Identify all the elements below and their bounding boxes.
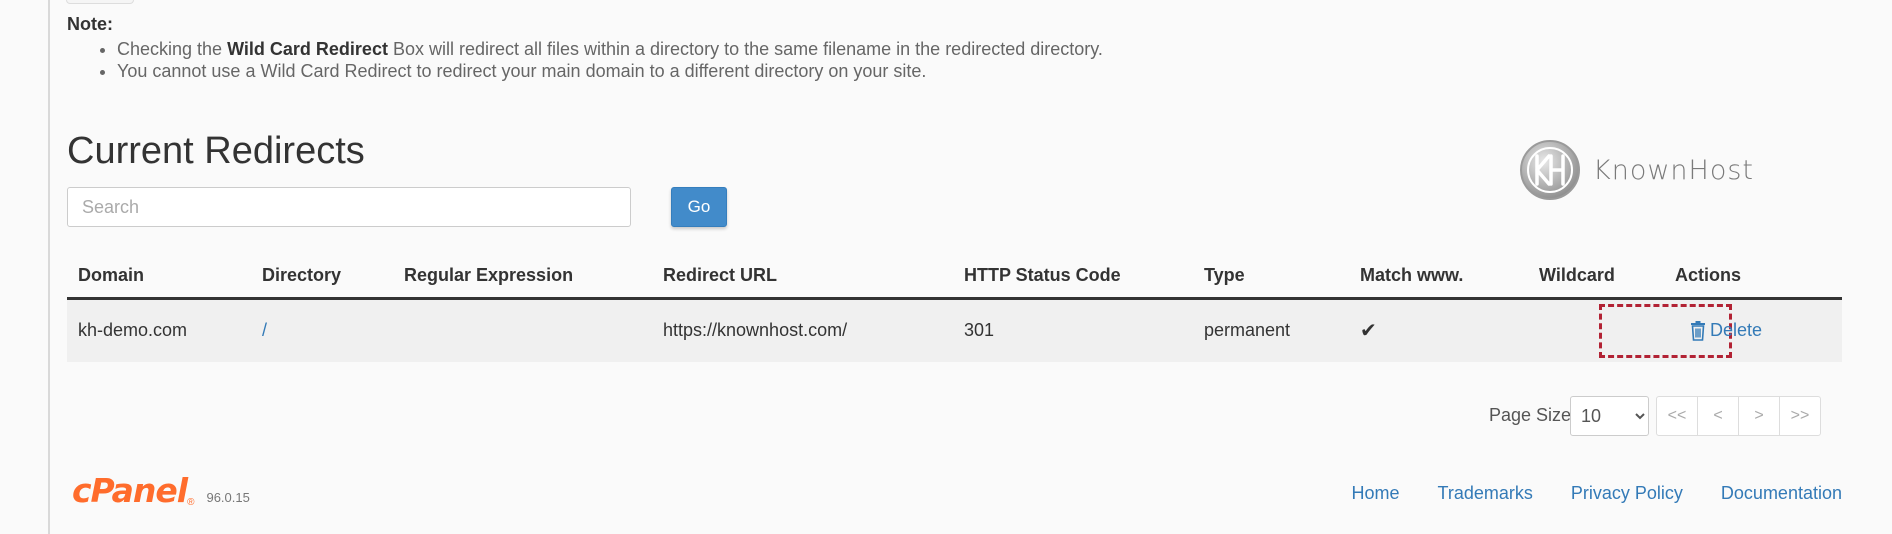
column-header-actions: Actions: [1675, 265, 1742, 285]
delete-button[interactable]: Delete: [1690, 320, 1762, 341]
page-size-label: Page Size: [1489, 405, 1572, 425]
column-header-type[interactable]: Type: [1204, 265, 1245, 286]
go-button[interactable]: Go: [671, 187, 727, 227]
note-emphasis: Wild Card Redirect: [227, 39, 388, 59]
note-item: Checking the Wild Card Redirect Box will…: [117, 38, 1367, 60]
note-title: Note:: [67, 14, 113, 34]
pagination-controls: << < > >>: [1656, 396, 1821, 436]
column-header-domain[interactable]: Domain: [78, 265, 144, 286]
footer-link-home[interactable]: Home: [1352, 483, 1400, 504]
note-item: You cannot use a Wild Card Redirect to r…: [117, 60, 1367, 82]
footer-link-trademarks[interactable]: Trademarks: [1438, 483, 1533, 504]
note-section: Note: Checking the Wild Card Redirect Bo…: [67, 14, 1367, 82]
cell-type: permanent: [1204, 320, 1291, 340]
footer-links: Home Trademarks Privacy Policy Documenta…: [1352, 483, 1842, 504]
table-header: Domain Directory Regular Expression Redi…: [67, 255, 1842, 300]
page-title: Current Redirects: [67, 130, 365, 172]
previous-page-button[interactable]: <: [1697, 396, 1739, 436]
left-border-rule: [48, 0, 50, 534]
cpanel-logo: cPanel ® 96.0.15: [72, 471, 250, 510]
footer-link-privacy-policy[interactable]: Privacy Policy: [1571, 483, 1683, 504]
cell-status-code: 301: [964, 320, 995, 340]
trademark-symbol: ®: [187, 497, 195, 508]
cell-directory-link[interactable]: /: [262, 320, 267, 341]
logo-text: KnownHost: [1593, 154, 1755, 186]
cell-redirect-url: https://knownhost.com/: [663, 320, 848, 340]
cell-domain: kh-demo.com: [78, 320, 188, 340]
note-list: Checking the Wild Card Redirect Box will…: [67, 38, 1367, 82]
column-header-regex[interactable]: Regular Expression: [404, 265, 573, 286]
knownhost-logo: KnownHost: [1519, 138, 1759, 202]
page-size-select[interactable]: 10: [1570, 396, 1649, 436]
knownhost-kh-logo-icon: [1520, 140, 1580, 200]
checkmark-icon: ✔: [1360, 320, 1377, 342]
table-row: kh-demo.com / https://knownhost.com/ 301…: [67, 300, 1842, 362]
column-header-redirect-url[interactable]: Redirect URL: [663, 265, 777, 286]
trash-icon: [1691, 320, 1705, 341]
footer-link-documentation[interactable]: Documentation: [1721, 483, 1842, 504]
column-header-status-code[interactable]: HTTP Status Code: [964, 265, 1121, 286]
top-button-edge: [66, 0, 134, 4]
next-page-button[interactable]: >: [1738, 396, 1780, 436]
last-page-button[interactable]: >>: [1779, 396, 1821, 436]
cpanel-brand: cPanel: [72, 471, 188, 510]
delete-label: Delete: [1710, 320, 1763, 340]
redirects-table: Domain Directory Regular Expression Redi…: [67, 255, 1842, 362]
column-header-match-www[interactable]: Match www.: [1360, 265, 1463, 286]
column-header-directory[interactable]: Directory: [262, 265, 341, 286]
cpanel-version: 96.0.15: [206, 490, 250, 505]
first-page-button[interactable]: <<: [1656, 396, 1698, 436]
search-input[interactable]: [67, 187, 631, 227]
column-header-wildcard[interactable]: Wildcard: [1539, 265, 1615, 286]
